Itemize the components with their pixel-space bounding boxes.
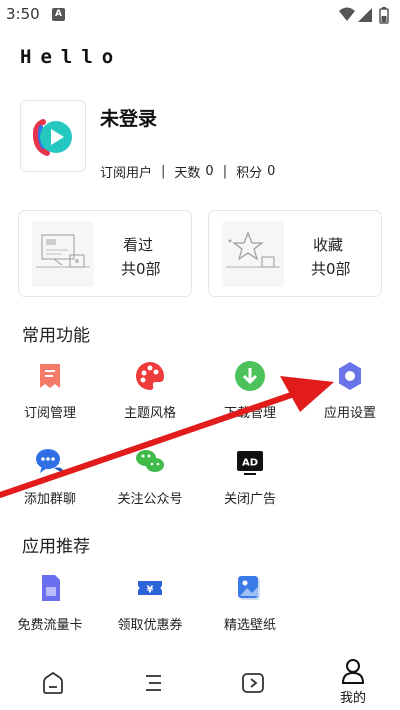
download-manage-button[interactable]: 下载管理 bbox=[200, 360, 300, 421]
profile-icon bbox=[341, 659, 365, 684]
play-icon bbox=[242, 673, 264, 693]
status-time: 3:50 bbox=[6, 5, 40, 23]
history-illustration bbox=[32, 221, 94, 287]
get-coupon-label: 领取优惠券 bbox=[117, 618, 183, 633]
days-value: 0 bbox=[205, 164, 214, 179]
app-settings-label: 应用设置 bbox=[323, 406, 376, 421]
wechat-icon bbox=[136, 450, 164, 472]
nav-profile-label: 我的 bbox=[339, 691, 366, 706]
add-group-chat-button[interactable]: 添加群聊 bbox=[0, 446, 100, 507]
list-icon bbox=[146, 675, 161, 691]
divider: | bbox=[161, 164, 166, 179]
download-icon bbox=[235, 361, 265, 391]
subscription-manage-button[interactable]: 订阅管理 bbox=[0, 360, 100, 421]
common-functions-title: 常用功能 bbox=[22, 326, 90, 346]
ad-icon: AD bbox=[237, 451, 263, 475]
history-card[interactable]: 看过 共0部 bbox=[18, 210, 192, 297]
subscription-manage-label: 订阅管理 bbox=[23, 406, 76, 421]
add-group-chat-label: 添加群聊 bbox=[23, 492, 76, 507]
divider: | bbox=[222, 164, 228, 179]
days-label: 天数 bbox=[174, 166, 201, 181]
home-icon bbox=[43, 671, 63, 694]
profile-stats: 订阅用户 | 天数 0 | 积分 0 bbox=[100, 162, 275, 181]
follow-official-account-label: 关注公众号 bbox=[117, 492, 183, 507]
wallpaper-label: 精选壁纸 bbox=[223, 618, 276, 633]
chat-group-icon bbox=[36, 449, 64, 473]
notification-icon: A bbox=[52, 8, 65, 21]
app-settings-button[interactable]: 应用设置 bbox=[300, 360, 400, 421]
svg-text:¥: ¥ bbox=[147, 585, 154, 596]
history-count: 共0部 bbox=[121, 260, 161, 278]
theme-style-button[interactable]: 主题风格 bbox=[100, 360, 200, 421]
signal-icon bbox=[358, 8, 372, 22]
avatar[interactable] bbox=[20, 100, 86, 172]
coupon-icon: ¥ bbox=[138, 581, 162, 596]
app-logo-icon bbox=[33, 119, 72, 156]
subscription-label[interactable]: 订阅用户 bbox=[100, 162, 152, 181]
favorites-count: 共0部 bbox=[311, 260, 351, 278]
wallpaper-button[interactable]: 精选壁纸 bbox=[200, 572, 300, 633]
theme-style-label: 主题风格 bbox=[123, 406, 176, 421]
history-title: 看过 bbox=[123, 236, 154, 254]
status-bar: 3:50 A bbox=[0, 0, 400, 30]
battery-icon bbox=[379, 7, 389, 24]
close-ads-button[interactable]: AD 关闭广告 bbox=[200, 446, 300, 507]
download-manage-label: 下载管理 bbox=[223, 406, 276, 421]
subscription-icon bbox=[40, 364, 60, 388]
nav-list[interactable] bbox=[103, 652, 203, 710]
free-data-card-label: 免费流量卡 bbox=[17, 618, 83, 633]
palette-icon bbox=[136, 362, 164, 390]
svg-text:AD: AD bbox=[242, 458, 258, 469]
close-ads-label: 关闭广告 bbox=[223, 492, 276, 507]
wallpaper-icon bbox=[238, 576, 260, 600]
profile-name[interactable]: 未登录 bbox=[100, 104, 157, 131]
bottom-nav: 我的 bbox=[0, 652, 400, 710]
free-data-card-button[interactable]: 免费流量卡 bbox=[0, 572, 100, 633]
nav-profile[interactable]: 我的 bbox=[303, 652, 400, 710]
points-label: 积分 bbox=[236, 166, 263, 181]
nav-video[interactable] bbox=[203, 652, 303, 710]
wifi-icon bbox=[339, 7, 355, 21]
status-icons bbox=[338, 6, 392, 24]
favorites-title: 收藏 bbox=[313, 236, 344, 254]
follow-official-account-button[interactable]: 关注公众号 bbox=[100, 446, 200, 507]
page-title: Hello bbox=[20, 46, 123, 68]
nav-home[interactable] bbox=[3, 652, 103, 710]
favorites-illustration bbox=[222, 221, 284, 287]
favorites-card[interactable]: 收藏 共0部 bbox=[208, 210, 382, 297]
gear-icon bbox=[339, 362, 361, 390]
get-coupon-button[interactable]: ¥ 领取优惠券 bbox=[100, 572, 200, 633]
points-value: 0 bbox=[267, 164, 276, 179]
sim-card-icon bbox=[42, 575, 60, 601]
recommend-title: 应用推荐 bbox=[22, 537, 90, 557]
